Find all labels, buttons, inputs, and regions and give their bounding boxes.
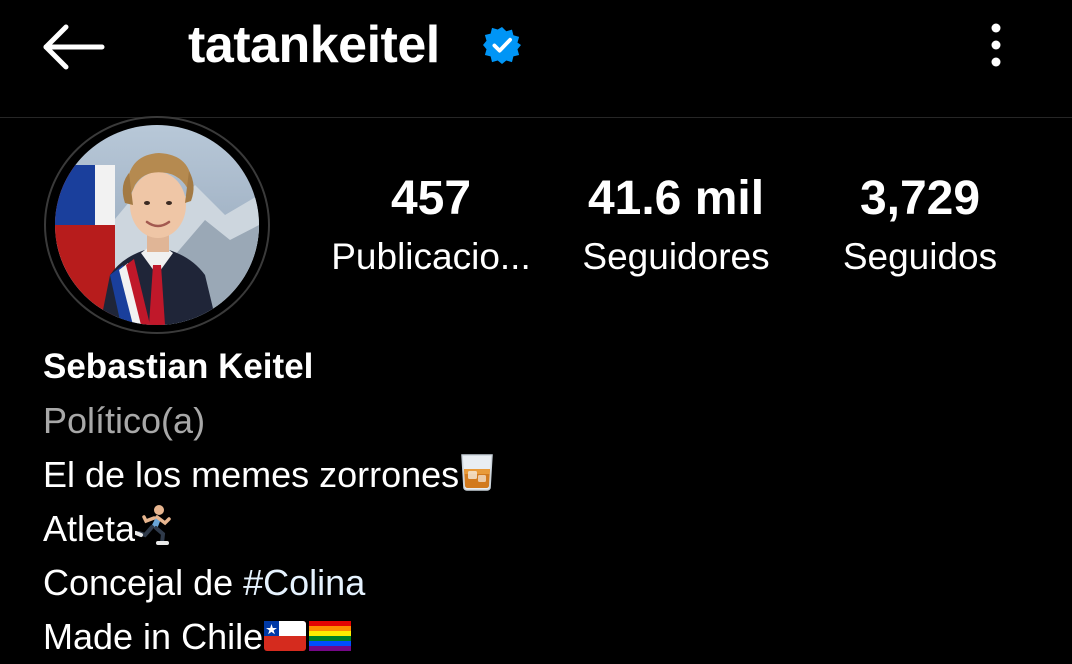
profile-photo bbox=[55, 125, 259, 325]
profile-username[interactable]: tatankeitel bbox=[188, 14, 440, 76]
full-name: Sebastian Keitel bbox=[43, 347, 314, 386]
more-options-button[interactable] bbox=[976, 20, 1016, 70]
profile-category: Político(a) bbox=[43, 400, 206, 441]
hashtag-colina-link[interactable]: #Colina bbox=[243, 562, 365, 603]
bio-line-councilor-text: Concejal de bbox=[43, 562, 244, 603]
vertical-dots-icon bbox=[991, 23, 1001, 67]
bio-line-memes-text: El de los memes zorrones bbox=[43, 454, 460, 495]
followers-count-value: 41.6 mil bbox=[587, 172, 765, 225]
posts-count-label: Publicacio... bbox=[331, 236, 531, 277]
whisky-glass-emoji bbox=[461, 454, 493, 491]
bio-line-athlete-text: Atleta bbox=[43, 508, 136, 549]
bio-line-memes: El de los memes zorrones bbox=[43, 448, 1043, 502]
verified-badge-icon bbox=[483, 26, 521, 64]
bio-line-made-in-chile-text: Made in Chile bbox=[43, 616, 264, 657]
following-count-value: 3,729 bbox=[859, 172, 981, 225]
bio-line-athlete: Atleta bbox=[43, 502, 1043, 556]
bio-line-councilor: Concejal de #Colina bbox=[43, 556, 1043, 610]
followers-count[interactable]: 41.6 mil Seguidores bbox=[566, 170, 786, 280]
back-button[interactable] bbox=[36, 20, 110, 74]
chile-flag-emoji bbox=[264, 621, 307, 651]
following-count[interactable]: 3,729 Seguidos bbox=[830, 170, 1010, 280]
runner-emoji bbox=[135, 505, 171, 545]
arrow-left-icon bbox=[43, 24, 105, 70]
bio-line-made-in-chile: Made in Chile bbox=[43, 610, 1043, 664]
rainbow-flag-emoji bbox=[309, 621, 352, 651]
profile-avatar[interactable] bbox=[44, 116, 270, 334]
profile-bio: Sebastian Keitel Político(a) El de los m… bbox=[43, 340, 1043, 664]
top-bar: tatankeitel bbox=[0, 0, 1072, 118]
followers-count-label: Seguidores bbox=[582, 236, 770, 277]
posts-count[interactable]: 457 Publicacio... bbox=[322, 170, 540, 280]
posts-count-value: 457 bbox=[390, 172, 472, 225]
following-count-label: Seguidos bbox=[842, 236, 998, 277]
